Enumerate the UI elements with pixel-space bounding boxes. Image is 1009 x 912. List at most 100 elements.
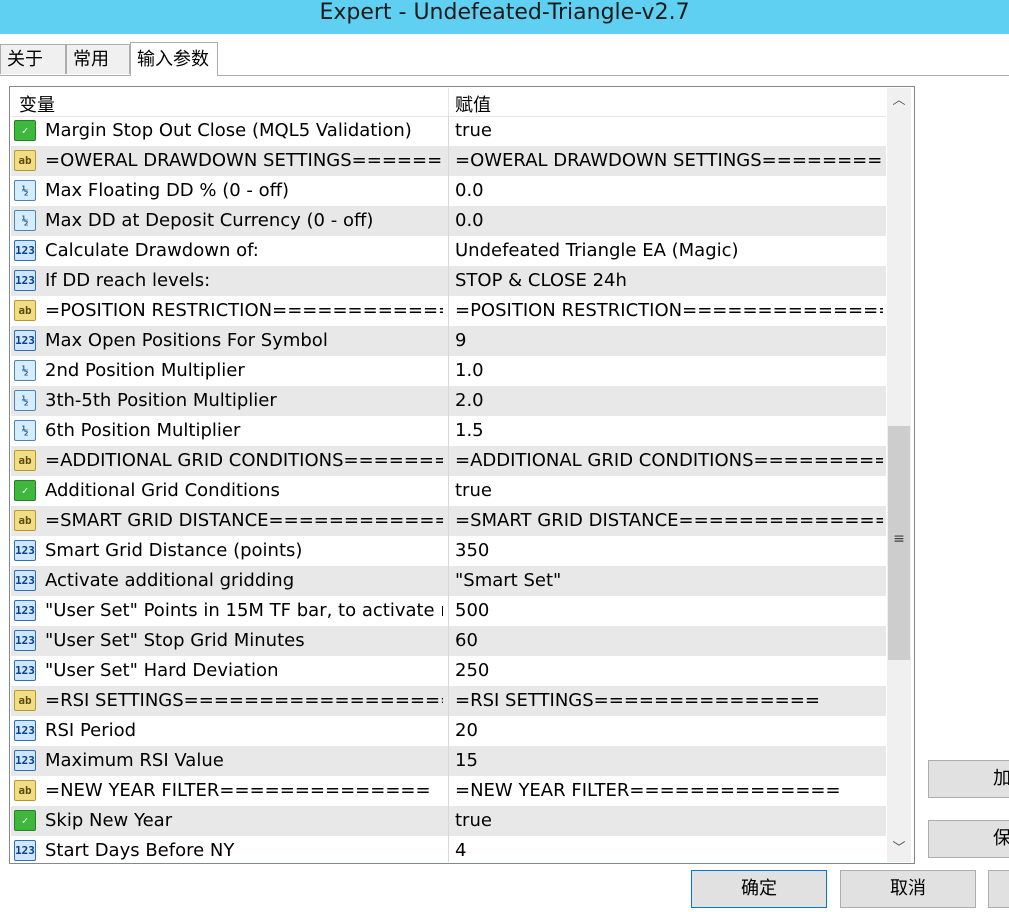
- scroll-down-icon[interactable]: ﹀: [887, 836, 911, 862]
- param-value[interactable]: true: [455, 116, 883, 146]
- param-value[interactable]: true: [455, 476, 883, 506]
- cell-divider: [448, 356, 449, 386]
- table-row[interactable]: ab =OWERAL DRAWDOWN SETTINGS=======... =OW…: [11, 146, 886, 176]
- table-row[interactable]: 123 "User Set" Hard Deviation 250: [11, 656, 886, 686]
- table-row[interactable]: 123 "User Set" Stop Grid Minutes 60: [11, 626, 886, 656]
- ok-button[interactable]: 确定: [691, 870, 827, 908]
- cell-divider: [448, 326, 449, 356]
- integer-icon: 123: [14, 750, 36, 771]
- tab-common[interactable]: 常用: [66, 44, 130, 74]
- param-value[interactable]: =SMART GRID DISTANCE===============: [455, 506, 883, 536]
- table-row[interactable]: ✓ Skip New Year true: [11, 806, 886, 836]
- param-value[interactable]: 350: [455, 536, 883, 566]
- bool-icon: ✓: [14, 480, 36, 501]
- param-name: "User Set" Points in 15M TF bar, to acti…: [45, 600, 443, 621]
- table-row[interactable]: 123 "User Set" Points in 15M TF bar, to a…: [11, 596, 886, 626]
- param-name: =SMART GRID DISTANCE============...: [45, 510, 443, 531]
- cell-divider: [448, 206, 449, 236]
- table-row[interactable]: 123 Start Days Before NY 4: [11, 836, 886, 862]
- cell-divider: [448, 746, 449, 776]
- param-value[interactable]: 500: [455, 596, 883, 626]
- column-header-variable[interactable]: 变量: [19, 91, 55, 117]
- param-name: Calculate Drawdown of:: [45, 240, 259, 261]
- cell-divider: [448, 686, 449, 716]
- cell-divider: [448, 146, 449, 176]
- cell-divider: [448, 176, 449, 206]
- param-value[interactable]: 2.0: [455, 386, 883, 416]
- table-row[interactable]: ✓ Additional Grid Conditions true: [11, 476, 886, 506]
- param-name: Activate additional gridding: [45, 570, 295, 591]
- integer-icon: 123: [14, 630, 36, 651]
- integer-icon: 123: [14, 570, 36, 591]
- scroll-thumb[interactable]: ≡: [888, 426, 910, 660]
- param-value[interactable]: =OWERAL DRAWDOWN SETTINGS=========...: [455, 146, 883, 176]
- param-value[interactable]: Undefeated Triangle EA (Magic): [455, 236, 883, 266]
- table-row[interactable]: 123 If DD reach levels: STOP & CLOSE 24h: [11, 266, 886, 296]
- param-value[interactable]: 1.0: [455, 356, 883, 386]
- param-value[interactable]: =ADDITIONAL GRID CONDITIONS==========...: [455, 446, 883, 476]
- param-name: =OWERAL DRAWDOWN SETTINGS=======...: [45, 150, 443, 171]
- cell-divider: [448, 476, 449, 506]
- cell-divider: [448, 296, 449, 326]
- save-button[interactable]: 保: [928, 820, 1009, 858]
- tab-about[interactable]: 关于: [0, 44, 66, 74]
- extra-button[interactable]: [988, 870, 1009, 908]
- param-name: =NEW YEAR FILTER==============: [45, 780, 431, 801]
- table-row[interactable]: ½ 2nd Position Multiplier 1.0: [11, 356, 886, 386]
- column-header-value[interactable]: 赋值: [455, 91, 491, 117]
- param-value[interactable]: 4: [455, 836, 883, 862]
- integer-icon: 123: [14, 270, 36, 291]
- cell-divider: [448, 626, 449, 656]
- param-value[interactable]: 0.0: [455, 206, 883, 236]
- param-value[interactable]: 60: [455, 626, 883, 656]
- param-name: Maximum RSI Value: [45, 750, 224, 771]
- param-value[interactable]: =RSI SETTINGS===============: [455, 686, 883, 716]
- param-value[interactable]: =NEW YEAR FILTER==============: [455, 776, 883, 806]
- cell-divider: [448, 416, 449, 446]
- cell-divider: [448, 716, 449, 746]
- table-row[interactable]: ab =RSI SETTINGS====================... =R…: [11, 686, 886, 716]
- param-value[interactable]: 250: [455, 656, 883, 686]
- table-row[interactable]: ab =SMART GRID DISTANCE============... =SM…: [11, 506, 886, 536]
- table-row[interactable]: 123 Smart Grid Distance (points) 350: [11, 536, 886, 566]
- table-row[interactable]: ab =ADDITIONAL GRID CONDITIONS========...…: [11, 446, 886, 476]
- param-value[interactable]: 9: [455, 326, 883, 356]
- table-row[interactable]: 123 Maximum RSI Value 15: [11, 746, 886, 776]
- param-value[interactable]: "Smart Set": [455, 566, 883, 596]
- param-value[interactable]: 0.0: [455, 176, 883, 206]
- tab-about-label: 关于: [7, 49, 43, 70]
- table-row[interactable]: ½ Max DD at Deposit Currency (0 - off) 0.0: [11, 206, 886, 236]
- param-value[interactable]: =POSITION RESTRICTION==============: [455, 296, 883, 326]
- column-divider[interactable]: [448, 88, 449, 116]
- param-value[interactable]: 20: [455, 716, 883, 746]
- load-button[interactable]: 加: [928, 760, 1009, 798]
- table-row[interactable]: ab =POSITION RESTRICTION============... =P…: [11, 296, 886, 326]
- integer-icon: 123: [14, 660, 36, 681]
- param-value[interactable]: STOP & CLOSE 24h: [455, 266, 883, 296]
- table-row[interactable]: 123 Max Open Positions For Symbol 9: [11, 326, 886, 356]
- cell-divider: [448, 446, 449, 476]
- table-row[interactable]: ab =NEW YEAR FILTER============== =NEW YEA…: [11, 776, 886, 806]
- scroll-up-icon[interactable]: ︿: [887, 88, 911, 114]
- param-value[interactable]: 1.5: [455, 416, 883, 446]
- param-value[interactable]: 15: [455, 746, 883, 776]
- double-icon: ½: [14, 420, 36, 441]
- vertical-scrollbar[interactable]: ︿ ≡ ﹀: [887, 88, 911, 862]
- table-row[interactable]: 123 Activate additional gridding "Smart Se…: [11, 566, 886, 596]
- table-row[interactable]: ½ Max Floating DD % (0 - off) 0.0: [11, 176, 886, 206]
- tab-inputs[interactable]: 输入参数: [130, 42, 218, 76]
- param-name: 3th-5th Position Multiplier: [45, 390, 277, 411]
- cancel-button[interactable]: 取消: [840, 870, 976, 908]
- tab-inputs-label: 输入参数: [137, 49, 209, 70]
- bool-icon: ✓: [14, 120, 36, 141]
- param-value[interactable]: true: [455, 806, 883, 836]
- table-row[interactable]: ½ 3th-5th Position Multiplier 2.0: [11, 386, 886, 416]
- double-icon: ½: [14, 360, 36, 381]
- table-row[interactable]: 123 Calculate Drawdown of: Undefeated Tria…: [11, 236, 886, 266]
- cell-divider: [448, 236, 449, 266]
- table-row[interactable]: 123 RSI Period 20: [11, 716, 886, 746]
- table-row[interactable]: ✓ Margin Stop Out Close (MQL5 Validation)…: [11, 116, 886, 146]
- string-icon: ab: [14, 510, 36, 531]
- param-name: =POSITION RESTRICTION============...: [45, 300, 443, 321]
- table-row[interactable]: ½ 6th Position Multiplier 1.5: [11, 416, 886, 446]
